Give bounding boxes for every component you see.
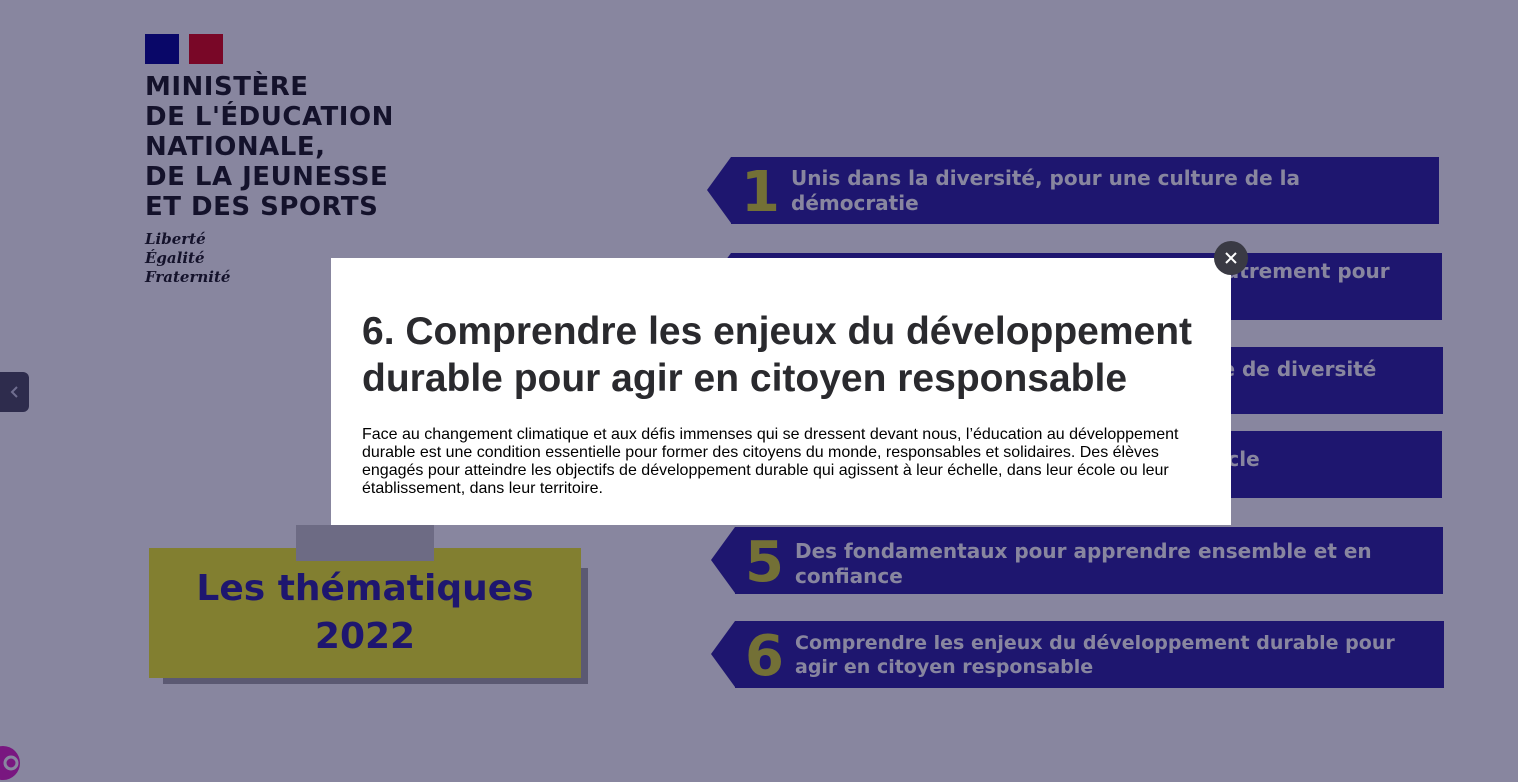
dialog-title: 6. Comprendre les enjeux du développemen…	[362, 310, 1193, 400]
close-button[interactable]	[1214, 241, 1248, 275]
theme-detail-dialog: 6. Comprendre les enjeux du développemen…	[331, 258, 1231, 525]
close-icon	[1225, 252, 1237, 264]
dialog-body: Face au changement climatique et aux déf…	[362, 426, 1179, 497]
